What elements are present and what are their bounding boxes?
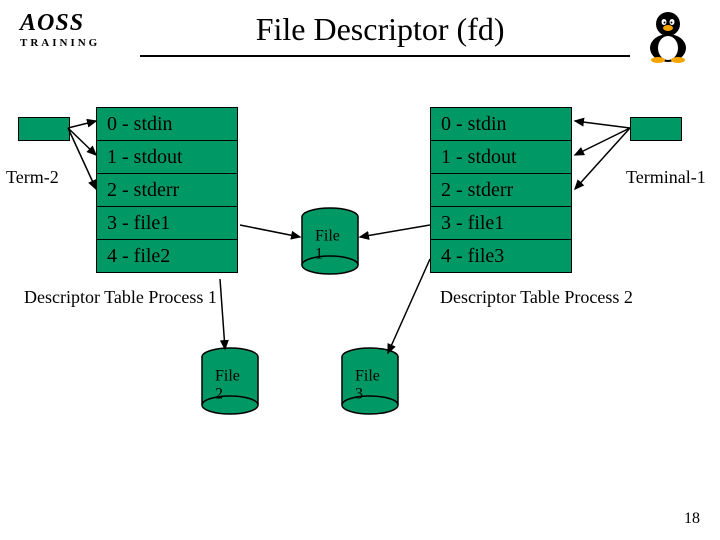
terminal-1-box [630,117,682,141]
fd-cell: 2 - stderr [431,174,572,207]
file-1-cylinder: File 1 [300,207,360,277]
fd-cell: 0 - stdin [431,108,572,141]
descriptor-table-2: 0 - stdin 1 - stdout 2 - stderr 3 - file… [430,107,572,273]
terminal-1-label: Terminal-1 [626,167,706,188]
slide-number: 18 [684,510,700,528]
file-2-label: File 2 [215,368,245,404]
file-3-cylinder: File 3 [340,347,400,417]
fd-cell: 3 - file1 [97,207,238,240]
fd-cell: 4 - file3 [431,240,572,273]
fd-cell: 1 - stdout [431,141,572,174]
page-title: File Descriptor (fd) [120,11,700,48]
fd-cell: 4 - file2 [97,240,238,273]
term-2-label: Term-2 [6,167,59,188]
file-3-label: File 3 [355,368,385,404]
term-2-box [18,117,70,141]
table-1-caption: Descriptor Table Process 1 [24,287,217,308]
logo: AOSS TRAINING [20,10,100,49]
linux-penguin-icon [644,8,692,64]
fd-cell: 3 - file1 [431,207,572,240]
fd-cell: 1 - stdout [97,141,238,174]
file-1-label: File 1 [315,228,345,264]
file-2-cylinder: File 2 [200,347,260,417]
fd-cell: 2 - stderr [97,174,238,207]
table-2-caption: Descriptor Table Process 2 [440,287,633,308]
descriptor-table-1: 0 - stdin 1 - stdout 2 - stderr 3 - file… [96,107,238,273]
logo-sub: TRAINING [20,37,100,49]
fd-cell: 0 - stdin [97,108,238,141]
logo-main: AOSS [20,10,84,37]
